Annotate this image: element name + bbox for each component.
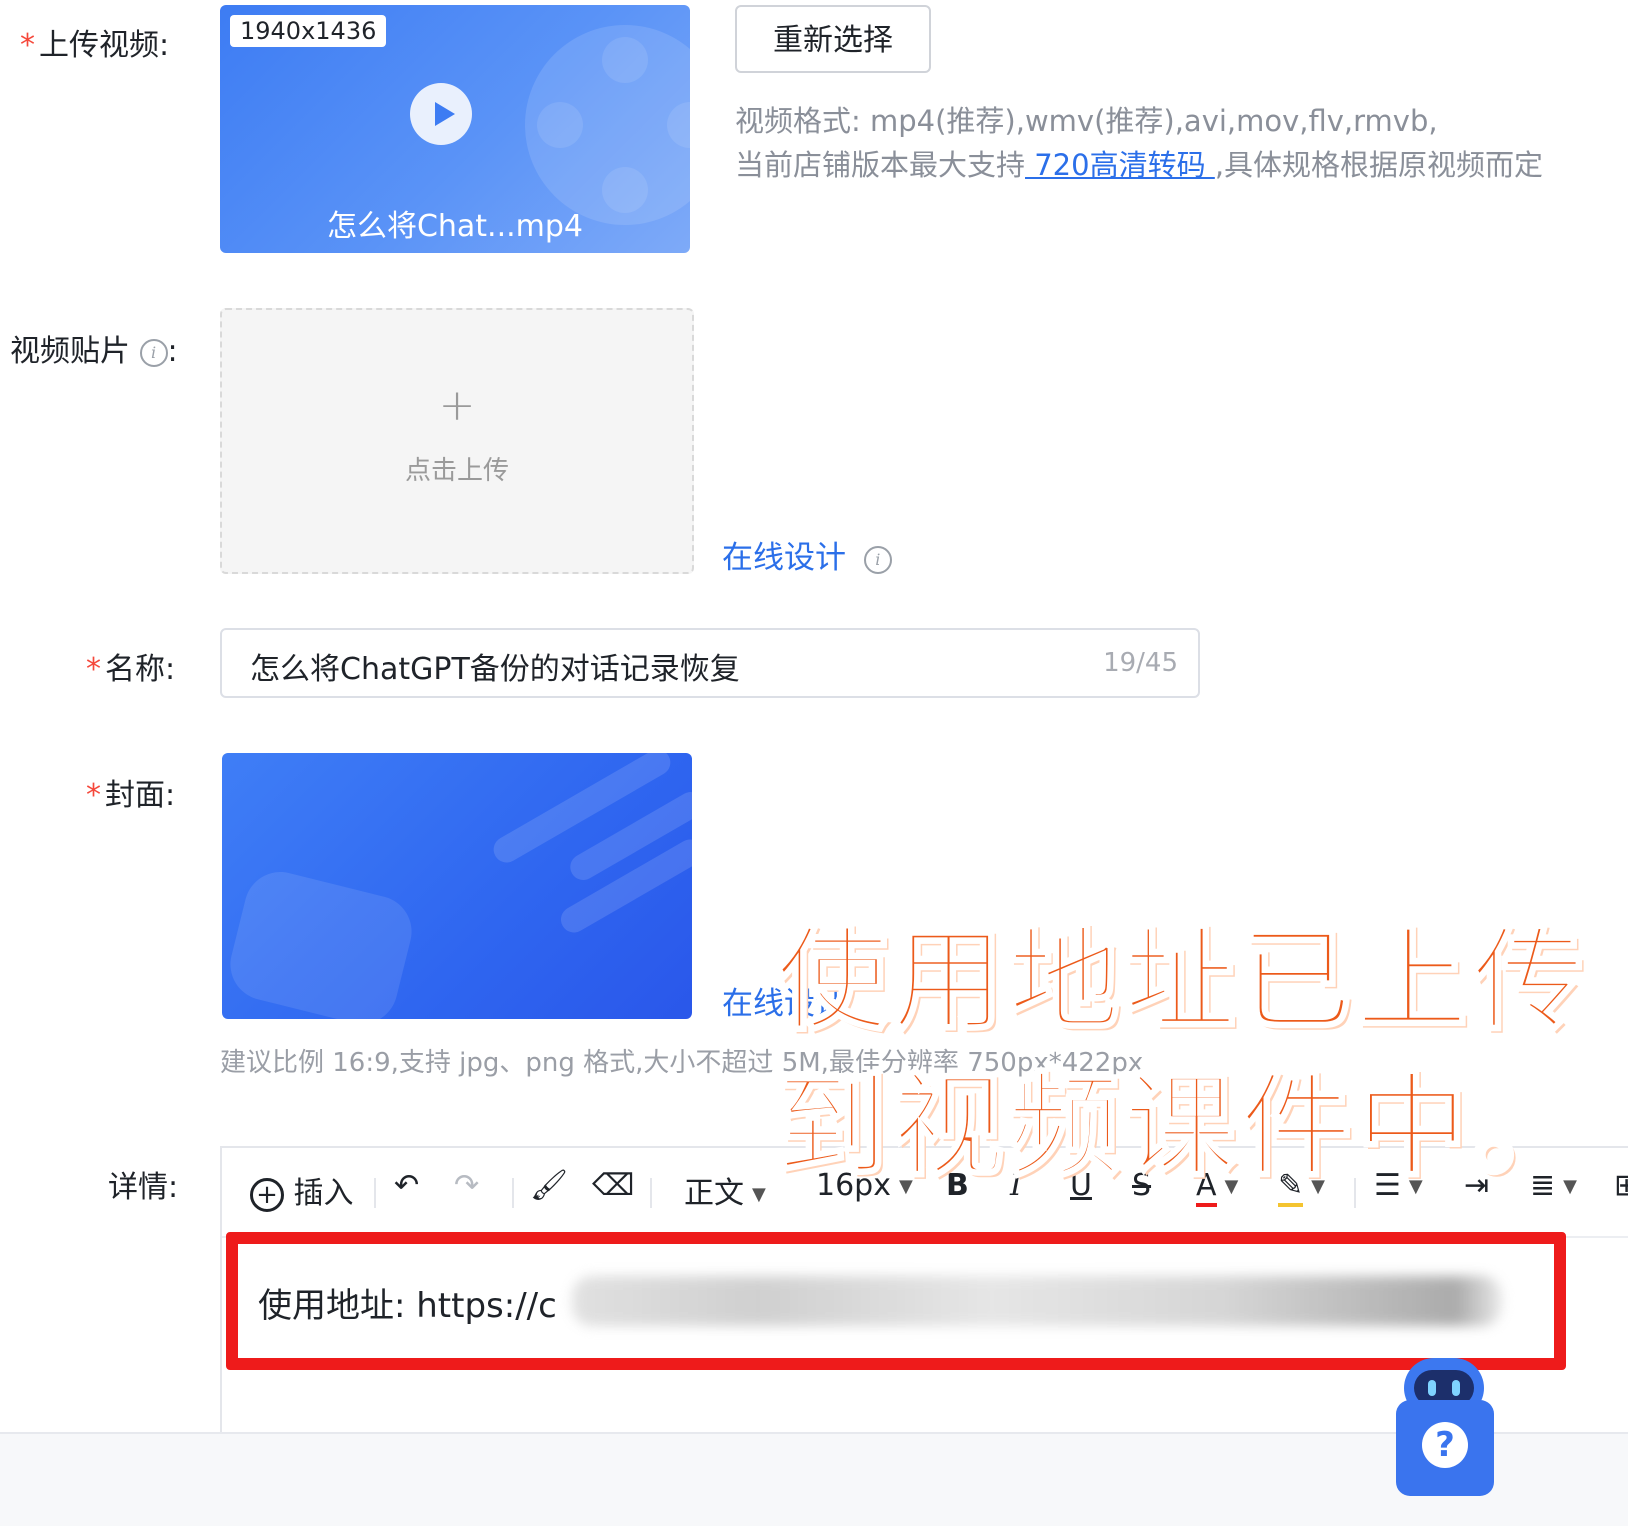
cover-label: * 封面:: [86, 778, 176, 813]
annotation-line-1: 使用地址已上传: [775, 915, 1588, 1048]
question-icon: ?: [1422, 1422, 1468, 1468]
video-file-name: 怎么将Chat...mp4: [326, 209, 584, 244]
video-sticker-label: 视频贴片 i:: [10, 334, 178, 369]
format-painter-icon[interactable]: 🖌: [530, 1168, 568, 1203]
video-spec-hint: 当前店铺版本最大支持 720高清转码 ,具体规格根据原视频而定: [735, 148, 1544, 182]
tv-icon: [222, 864, 420, 1019]
redo-icon[interactable]: ↷: [454, 1168, 479, 1203]
online-design-link[interactable]: 在线设计 i: [722, 532, 892, 577]
required-star: *: [86, 652, 101, 687]
video-preview-card[interactable]: 1940x1436 怎么将Chat...mp4: [220, 5, 690, 253]
annotation-line-2: 到视频课件中。: [775, 1061, 1588, 1194]
help-button[interactable]: ?: [1396, 1400, 1494, 1496]
details-label: 详情:: [108, 1170, 179, 1205]
name-input-value[interactable]: 怎么将ChatGPT备份的对话记录恢复: [250, 644, 740, 688]
upload-text: 点击上传: [404, 456, 509, 486]
play-icon[interactable]: [410, 83, 472, 145]
cover-image[interactable]: [222, 753, 692, 1019]
info-icon[interactable]: i: [139, 338, 168, 367]
resolution-badge: 1940x1436: [230, 15, 387, 47]
char-counter: 19/45: [1103, 648, 1178, 678]
sticker-upload-box[interactable]: + 点击上传: [220, 308, 694, 574]
plus-icon: +: [438, 380, 476, 431]
upload-video-label: * 上传视频:: [20, 28, 170, 63]
paragraph-select[interactable]: 正文 ▼: [684, 1168, 766, 1212]
film-reel-icon: [525, 25, 690, 225]
required-star: *: [86, 778, 101, 813]
bottom-bar: [0, 1434, 1628, 1526]
name-input[interactable]: 怎么将ChatGPT备份的对话记录恢复 19/45: [220, 628, 1200, 698]
hd-transcode-link[interactable]: 720高清转码: [1025, 148, 1215, 182]
highlight-box: [226, 1232, 1566, 1370]
undo-icon[interactable]: ↶: [394, 1168, 419, 1203]
plus-circle-icon: +: [250, 1177, 284, 1212]
info-icon[interactable]: i: [863, 545, 892, 574]
eraser-icon[interactable]: ⌫: [592, 1168, 634, 1203]
more-tools-icon[interactable]: ⊞: [1614, 1168, 1628, 1203]
chevron-down-icon: ▼: [752, 1184, 766, 1205]
required-star: *: [20, 28, 35, 63]
insert-button[interactable]: + 插入: [250, 1168, 354, 1212]
name-label: * 名称:: [86, 652, 176, 687]
reselect-button[interactable]: 重新选择: [735, 5, 931, 73]
video-format-hint: 视频格式: mp4(推荐),wmv(推荐),avi,mov,flv,rmvb,: [735, 104, 1438, 138]
